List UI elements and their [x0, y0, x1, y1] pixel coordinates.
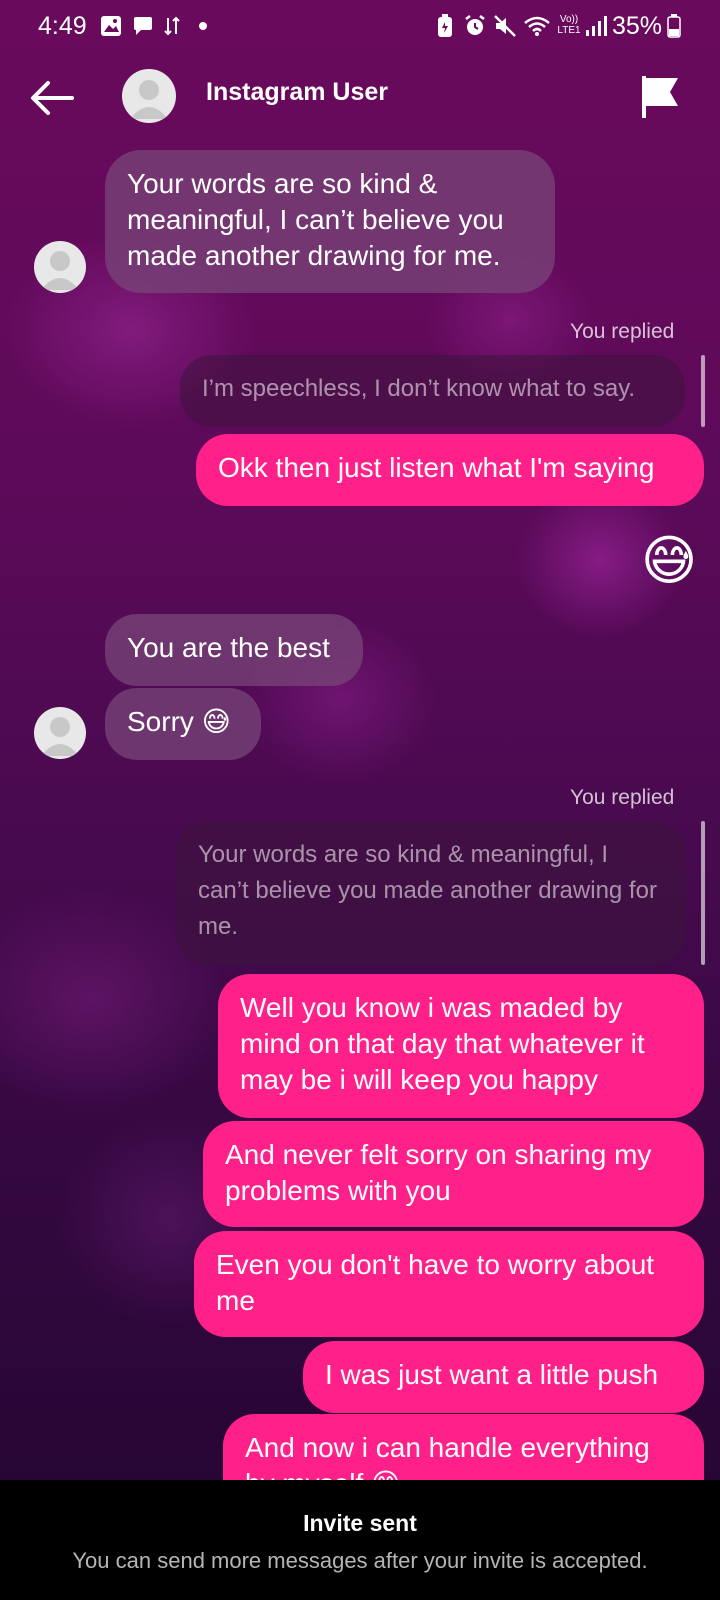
wifi-icon — [522, 14, 552, 38]
back-arrow-icon — [31, 81, 74, 115]
gallery-icon — [98, 14, 124, 38]
quote-bar — [701, 355, 705, 427]
user-placeholder-icon — [41, 717, 79, 756]
status-bar: 4:49 Vo)) LTE1 35% — [0, 0, 720, 52]
invite-sent-subtitle: You can send more messages after your in… — [72, 1548, 648, 1573]
outgoing-message[interactable]: And never felt sorry on sharing my probl… — [203, 1121, 704, 1227]
replied-quote[interactable]: I’m speechless, I don’t know what to say… — [180, 355, 685, 427]
mute-icon — [492, 14, 518, 38]
flag-icon — [642, 76, 678, 118]
outgoing-message[interactable]: I was just want a little push — [303, 1341, 704, 1413]
dot-icon — [196, 14, 210, 38]
outgoing-message[interactable]: Well you know i was maded by mind on tha… — [218, 974, 704, 1118]
sender-avatar[interactable] — [34, 241, 86, 293]
chat-icon — [130, 14, 156, 38]
user-placeholder-icon — [41, 251, 79, 290]
sender-avatar[interactable] — [34, 707, 86, 759]
back-button[interactable] — [28, 78, 78, 118]
you-replied-label: You replied — [570, 320, 675, 343]
status-time: 4:49 — [38, 12, 87, 40]
incoming-message[interactable]: Sorry 😅 — [105, 688, 261, 760]
volte-icon: Vo)) LTE1 — [557, 14, 581, 36]
battery-saver-icon — [434, 14, 456, 38]
data-transfer-icon — [162, 14, 182, 38]
quote-bar — [701, 821, 705, 965]
sweat-smile-emoji[interactable]: 😅 — [636, 528, 702, 594]
user-placeholder-icon — [130, 80, 168, 119]
battery-icon — [666, 14, 682, 38]
contact-name[interactable]: Instagram User — [206, 78, 388, 107]
outgoing-message[interactable]: Even you don't have to worry about me — [194, 1231, 704, 1337]
signal-icon — [584, 14, 608, 38]
outgoing-message[interactable]: Okk then just listen what I'm saying — [196, 434, 704, 506]
battery-percent: 35% — [612, 12, 663, 40]
alarm-icon — [462, 14, 488, 38]
invite-sent-footer: Invite sent You can send more messages a… — [0, 1480, 720, 1600]
incoming-message[interactable]: Your words are so kind & meaningful, I c… — [105, 150, 555, 293]
invite-sent-title: Invite sent — [303, 1510, 417, 1536]
incoming-message[interactable]: You are the best — [105, 614, 363, 686]
you-replied-label: You replied — [570, 786, 675, 809]
report-flag-button[interactable] — [640, 74, 680, 120]
header-avatar[interactable] — [122, 69, 176, 123]
replied-quote[interactable]: Your words are so kind & meaningful, I c… — [176, 821, 686, 965]
